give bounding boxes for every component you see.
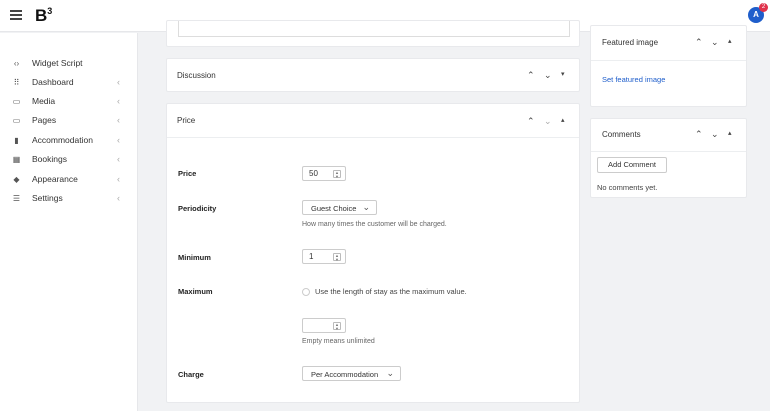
move-down-icon[interactable]: ⌄ [711,37,719,47]
price-value: 50 [309,169,318,178]
grid-icon: ⠿ [13,78,20,87]
sidebar-item-label: Media [32,96,56,106]
sidebar-item-appearance[interactable]: ◆ Appearance ‹ [0,170,138,188]
spinner-icon[interactable]: ▲ ▼ [333,170,341,178]
charge-select[interactable]: Per Accommodation ⌄ [302,366,401,381]
sidebar-item-label: Widget Script [32,58,83,68]
sidebar-item-label: Pages [32,115,57,125]
chevron-left-icon: ‹ [117,77,120,87]
logo-letter: B [35,6,47,25]
move-up-icon[interactable]: ⌃ [527,116,535,126]
maximum-hint: Empty means unlimited [302,338,375,345]
chevron-left-icon: ‹ [117,154,120,164]
chevron-left-icon: ‹ [117,193,120,203]
maximum-radio[interactable] [302,288,310,296]
charge-value: Per Accommodation [311,370,379,379]
paint-bucket-icon: ◆ [13,175,20,184]
set-featured-image-link[interactable]: Set featured image [602,75,665,84]
collapse-icon[interactable]: ▴ [728,129,732,139]
sidebar-item-label: Settings [32,193,63,203]
minimum-label: Minimum [178,253,211,262]
move-up-icon[interactable]: ⌃ [695,37,703,47]
maximum-input[interactable]: ▲ ▼ [302,318,346,333]
periodicity-label: Periodicity [178,204,217,213]
chevron-left-icon: ‹ [117,96,120,106]
sidebar-item-label: Dashboard [32,77,74,87]
sidebar-item-label: Accommodation [32,135,93,145]
sidebar-item-settings[interactable]: ☰ Settings ‹ [0,189,138,207]
periodicity-hint: How many times the customer will be char… [302,221,447,228]
move-down-icon[interactable]: ⌄ [544,116,552,126]
no-comments-text: No comments yet. [597,183,658,192]
panel-title: Price [177,116,196,125]
sidebar: ‹› Widget Script ⠿ Dashboard ‹ ▭ Media ‹… [0,33,138,411]
minimum-value: 1 [309,252,314,261]
move-up-icon[interactable]: ⌃ [527,70,535,80]
move-down-icon[interactable]: ⌄ [544,70,552,80]
maximum-label: Maximum [178,287,213,296]
sidebar-item-label: Bookings [32,154,67,164]
expand-icon[interactable]: ▾ [561,70,565,80]
price-input[interactable]: 50 ▲ ▼ [302,166,346,181]
chevron-left-icon: ‹ [117,115,120,125]
spin-down-icon: ▼ [335,173,339,179]
editor-textarea[interactable] [178,21,570,37]
panel-title: Featured image [602,38,659,47]
menu-toggle-icon[interactable] [10,10,22,20]
spinner-icon[interactable]: ▲ ▼ [333,322,341,330]
calendar-icon: ▦ [12,155,21,164]
move-down-icon[interactable]: ⌄ [711,129,719,139]
chevron-down-icon: ⌄ [362,202,370,212]
sidebar-item-bookings[interactable]: ▦ Bookings ‹ [0,150,138,168]
folder-icon: ▭ [12,116,21,125]
featured-image-panel: Featured image ⌃ ⌄ ▴ Set featured image [590,25,747,107]
panel-divider [167,137,579,138]
spinner-icon[interactable]: ▲ ▼ [333,253,341,261]
charge-label: Charge [178,370,204,379]
spin-down-icon: ▼ [335,325,339,331]
periodicity-value: Guest Choice [311,204,357,213]
chevron-down-icon: ⌄ [386,368,394,378]
collapse-icon[interactable]: ▴ [561,116,565,126]
sidebar-item-dashboard[interactable]: ⠿ Dashboard ‹ [0,73,138,91]
price-panel: Price ⌃ ⌄ ▴ [166,103,580,403]
periodicity-select[interactable]: Guest Choice ⌄ [302,200,377,215]
sidebar-item-accommodation[interactable]: ▮ Accommodation ‹ [0,131,138,149]
building-icon: ▮ [14,136,19,145]
panel-title: Discussion [177,71,216,80]
chevron-left-icon: ‹ [117,174,120,184]
logo-superscript: 3 [47,6,52,17]
sidebar-item-label: Appearance [32,174,78,184]
spin-down-icon: ▼ [335,256,339,262]
panel-divider [591,151,746,152]
minimum-input[interactable]: 1 ▲ ▼ [302,249,346,264]
collapse-icon[interactable]: ▴ [728,37,732,47]
price-label: Price [178,169,197,178]
comments-panel: Comments ⌃ ⌄ ▴ Add Comment No comments y… [590,118,747,198]
add-comment-button[interactable]: Add Comment [597,157,667,173]
discussion-panel: Discussion ⌃ ⌄ ▾ [166,58,580,92]
sidebar-item-media[interactable]: ▭ Media ‹ [0,92,138,110]
sliders-icon: ☰ [12,194,21,203]
panel-divider [591,60,746,61]
maximum-radio-label: Use the length of stay as the maximum va… [315,287,467,296]
panel-title: Comments [602,130,641,139]
logo[interactable]: B3 [35,6,52,26]
notification-badge: 2 [759,3,768,12]
image-icon: ▭ [12,97,21,106]
code-icon: ‹› [13,59,20,68]
sidebar-item-widget-script[interactable]: ‹› Widget Script [0,54,138,72]
editor-panel [166,20,580,47]
sidebar-item-pages[interactable]: ▭ Pages ‹ [0,111,138,129]
chevron-left-icon: ‹ [117,135,120,145]
move-up-icon[interactable]: ⌃ [695,129,703,139]
